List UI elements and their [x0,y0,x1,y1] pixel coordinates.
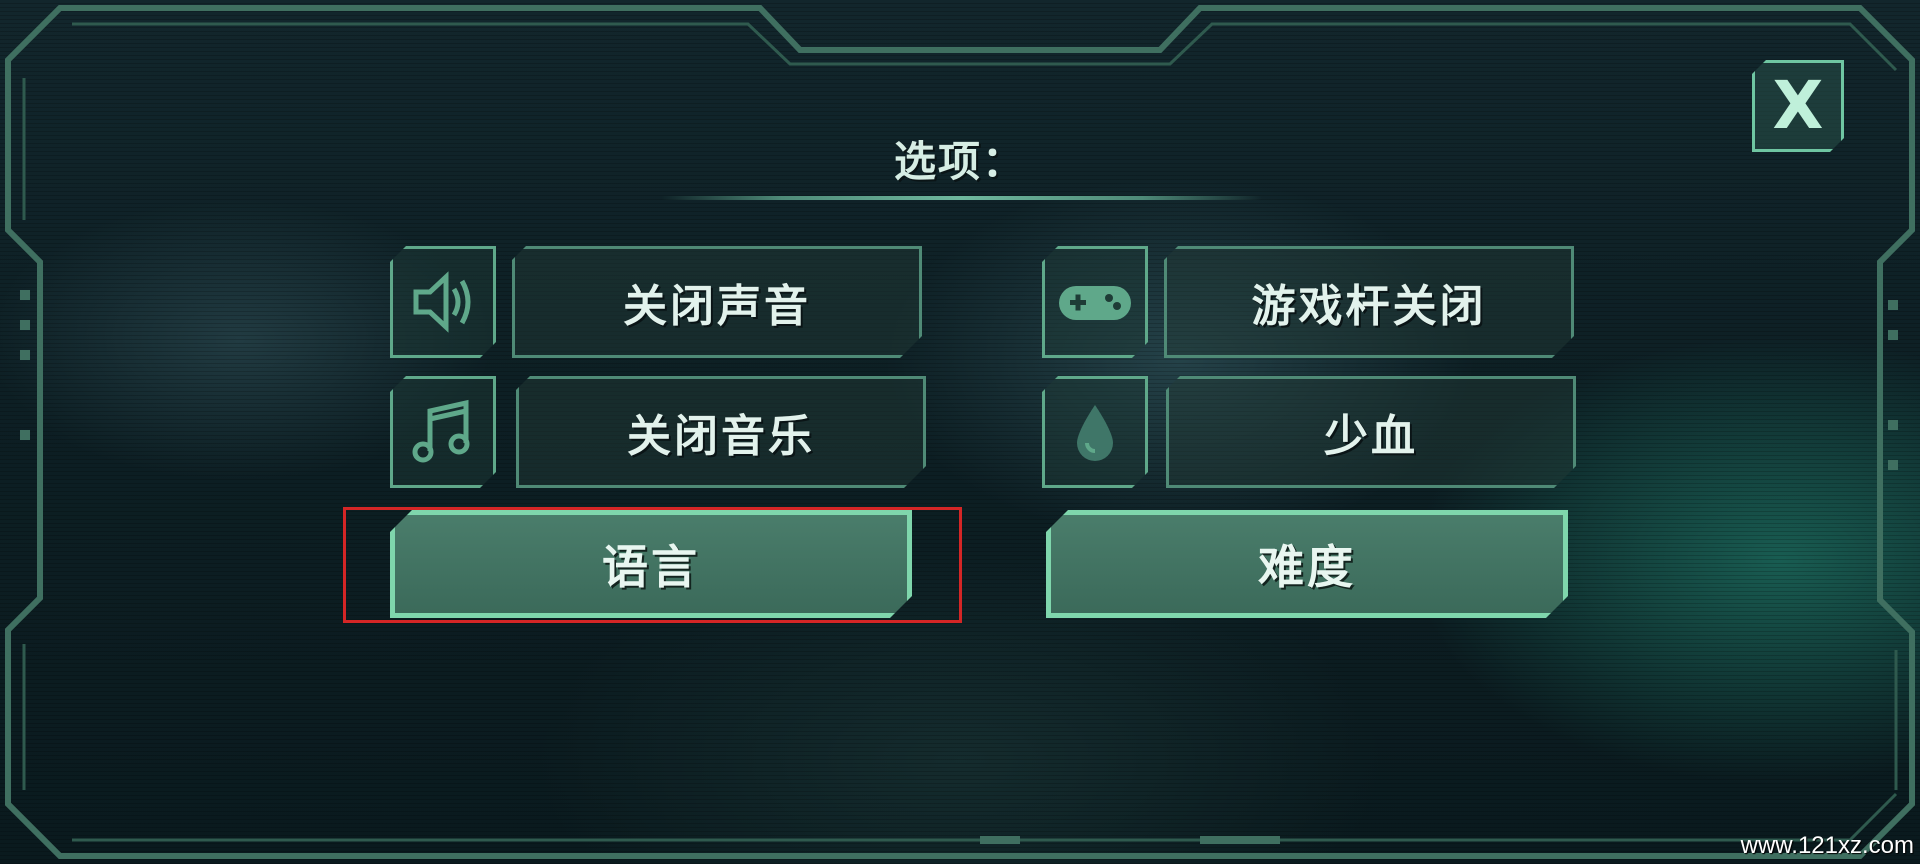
blood-drop-icon [1065,397,1125,467]
joystick-icon-box[interactable] [1042,246,1148,358]
music-icon-box[interactable] [390,376,496,488]
difficulty-button[interactable]: 难度 [1046,510,1568,618]
blood-icon-box[interactable] [1042,376,1148,488]
selection-highlight [343,507,962,623]
music-toggle-label: 关闭音乐 [627,411,815,462]
close-icon: X [1772,67,1824,144]
blood-toggle-button[interactable]: 少血 [1166,376,1576,488]
speaker-icon [408,267,478,337]
gamepad-icon [1055,272,1135,332]
close-button[interactable]: X [1752,60,1844,152]
music-toggle-button[interactable]: 关闭音乐 [516,376,926,488]
joystick-toggle-label: 游戏杆关闭 [1251,281,1487,332]
blood-toggle-label: 少血 [1324,411,1418,462]
watermark-text: www.121xz.com [1740,832,1914,859]
difficulty-label: 难度 [1258,540,1356,594]
title-divider [662,196,1262,200]
sound-toggle-button[interactable]: 关闭声音 [512,246,922,358]
music-note-icon [408,397,478,467]
menu-title: 选项： [893,137,1026,186]
sound-icon-box[interactable] [390,246,496,358]
sound-toggle-label: 关闭声音 [623,281,811,332]
joystick-toggle-button[interactable]: 游戏杆关闭 [1164,246,1574,358]
